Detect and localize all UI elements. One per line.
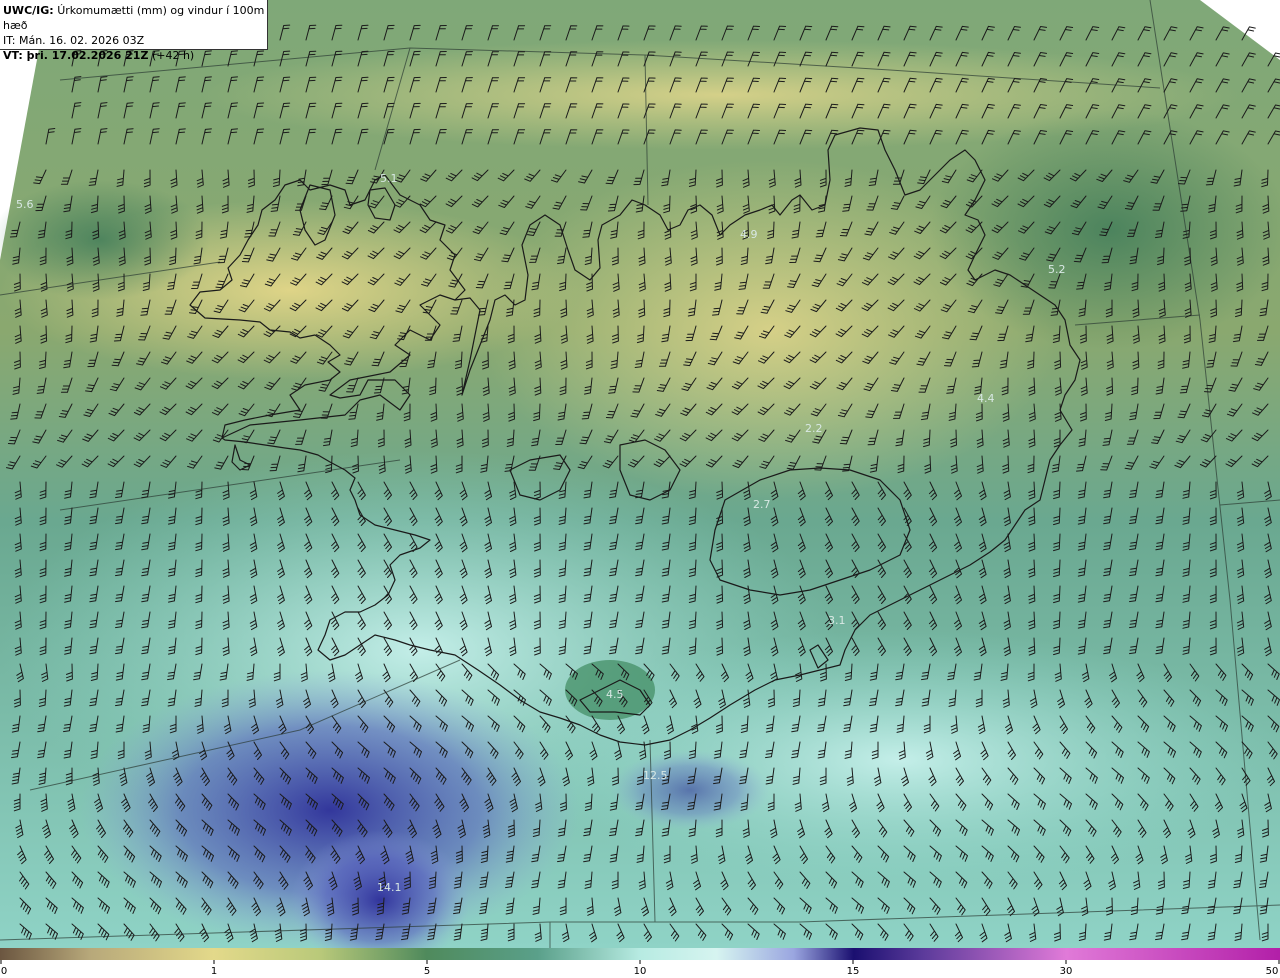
colorbar-tick: 0 [1, 966, 7, 977]
precip-label: 2.2 [805, 422, 823, 435]
precip-label: 14.1 [377, 881, 402, 894]
precip-label: 2.7 [753, 498, 771, 511]
colorbar-gradient [0, 948, 1280, 960]
weather-map: 5.6 5.1 4.9 5.2 4.4 2.2 2.7 3.1 4.5 12.5… [0, 0, 1280, 948]
precip-label: 5.1 [380, 172, 398, 185]
precip-label: 4.9 [740, 228, 758, 241]
precip-label: 4.5 [606, 688, 624, 701]
colorbar-tick: 1 [211, 966, 217, 977]
valid-time: VT: þri. 17.02.2026 21Z (+42 h) [3, 49, 195, 62]
colorbar: 0 1 5 10 15 30 50 [0, 948, 1280, 977]
colorbar-tick: 50 [1266, 966, 1279, 977]
precip-label: 3.1 [828, 614, 846, 627]
precip-field [610, 750, 770, 830]
colorbar-tick: 15 [847, 966, 860, 977]
precip-label: 5.2 [1048, 263, 1066, 276]
init-time: IT: Mán. 16. 02. 2026 03Z [3, 34, 145, 47]
colorbar-tick: 5 [424, 966, 430, 977]
colorbar-tick: 30 [1060, 966, 1073, 977]
precip-label: 5.6 [16, 198, 34, 211]
product-title: UWC/IG: Úrkomumætti (mm) og vindur í 100… [3, 4, 265, 32]
precip-label: 12.5 [643, 769, 668, 782]
forecast-info-box: UWC/IG: Úrkomumætti (mm) og vindur í 100… [0, 0, 268, 62]
colorbar-tick: 10 [634, 966, 647, 977]
map-view: 5.6 5.1 4.9 5.2 4.4 2.2 2.7 3.1 4.5 12.5… [0, 0, 1280, 978]
precip-label: 4.4 [977, 392, 995, 405]
